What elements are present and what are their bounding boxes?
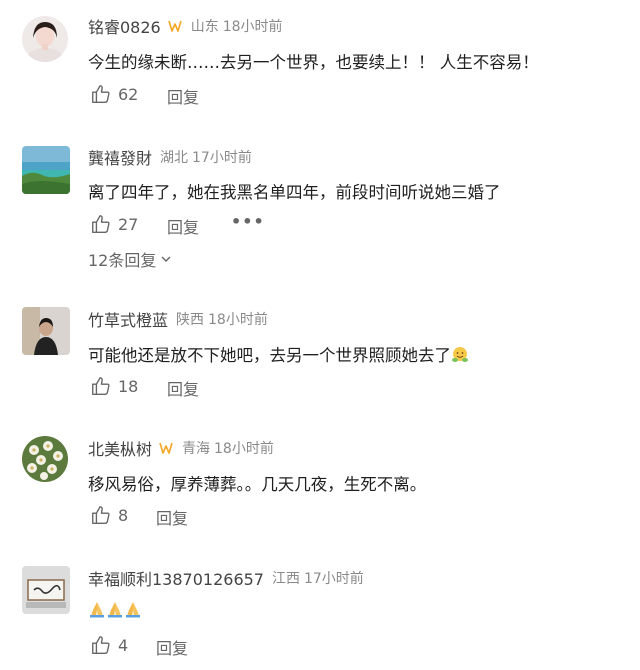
- replies-count-label: 12条回复: [88, 251, 157, 270]
- more-options-button[interactable]: •••: [231, 212, 265, 231]
- comment-actions: 8: [90, 503, 128, 527]
- pray-emoji-icon: [108, 602, 122, 618]
- thumbs-up-icon[interactable]: [90, 634, 112, 656]
- like-count: 18: [118, 376, 139, 396]
- comment-text: 离了四年了，她在我黑名单四年，前段时间听说她三婚了: [88, 183, 501, 202]
- timestamp: 18小时前: [214, 441, 274, 457]
- username[interactable]: 铭睿0826: [88, 14, 161, 38]
- avatar[interactable]: [22, 307, 70, 355]
- reply-button[interactable]: 回复: [167, 376, 199, 400]
- comment-actions: 4: [90, 633, 128, 657]
- timestamp: 17小时前: [192, 150, 252, 166]
- comment-text: 今生的缘未断……去另一个世界，也要续上！！ 人生不容易！: [88, 53, 539, 72]
- comment-text: 移风易俗，厚养薄葬。。几天几夜，生死不离。: [88, 475, 427, 494]
- username[interactable]: 幸福顺利13870126657: [88, 566, 264, 590]
- comment-meta: 幸福顺利13870126657 江西 17小时前: [88, 567, 364, 589]
- like-count: 4: [118, 635, 129, 655]
- location: 陕西: [176, 312, 205, 328]
- thumbs-up-icon[interactable]: [90, 83, 112, 105]
- reply-button[interactable]: 回复: [156, 505, 188, 529]
- pray-emoji-icon: [90, 602, 104, 618]
- avatar[interactable]: [22, 436, 68, 482]
- timestamp: 18小时前: [222, 19, 283, 35]
- username[interactable]: 竹草式橙蓝: [88, 307, 168, 331]
- comment-actions: 18: [90, 374, 138, 398]
- verified-badge-icon: [159, 442, 173, 454]
- location: 湖北: [160, 150, 189, 166]
- comment-meta: 铭睿0826 山东 18小时前: [88, 15, 283, 37]
- location: 青海: [182, 441, 211, 457]
- hug-emoji-icon: [452, 347, 468, 362]
- avatar[interactable]: [22, 16, 68, 62]
- comment-meta: 龔禧發財 湖北 17小时前: [88, 146, 252, 168]
- like-count: 62: [118, 84, 139, 104]
- timestamp: 17小时前: [303, 571, 364, 587]
- thumbs-up-icon[interactable]: [90, 213, 112, 235]
- comment-text: [88, 600, 142, 619]
- like-count: 8: [118, 505, 129, 525]
- location: 江西: [271, 571, 300, 587]
- comment-text-content: 可能他还是放不下她吧，去另一个世界照顾她去了: [88, 346, 451, 365]
- verified-badge-icon: [167, 20, 182, 32]
- timestamp: 18小时前: [208, 312, 268, 328]
- view-replies-link[interactable]: 12条回复: [88, 247, 173, 271]
- thumbs-up-icon[interactable]: [90, 504, 112, 526]
- thumbs-up-icon[interactable]: [90, 375, 112, 397]
- reply-button[interactable]: 回复: [156, 635, 188, 659]
- username[interactable]: 北美枞树: [88, 436, 152, 460]
- reply-button[interactable]: 回复: [167, 214, 199, 238]
- chevron-down-icon: [161, 256, 171, 262]
- comment-actions: 62: [90, 82, 138, 106]
- reply-button[interactable]: 回复: [167, 84, 199, 108]
- avatar[interactable]: [22, 146, 70, 194]
- avatar[interactable]: [22, 566, 70, 614]
- location: 山东: [190, 19, 219, 35]
- username[interactable]: 龔禧發財: [88, 145, 152, 169]
- pray-emoji-icon: [126, 602, 140, 618]
- comment-actions: 27: [90, 212, 138, 236]
- comment-meta: 竹草式橙蓝 陕西 18小时前: [88, 308, 268, 330]
- comment-text: 可能他还是放不下她吧，去另一个世界照顾她去了: [88, 342, 469, 366]
- comment-meta: 北美枞树 青海 18小时前: [88, 437, 274, 459]
- like-count: 27: [118, 214, 139, 234]
